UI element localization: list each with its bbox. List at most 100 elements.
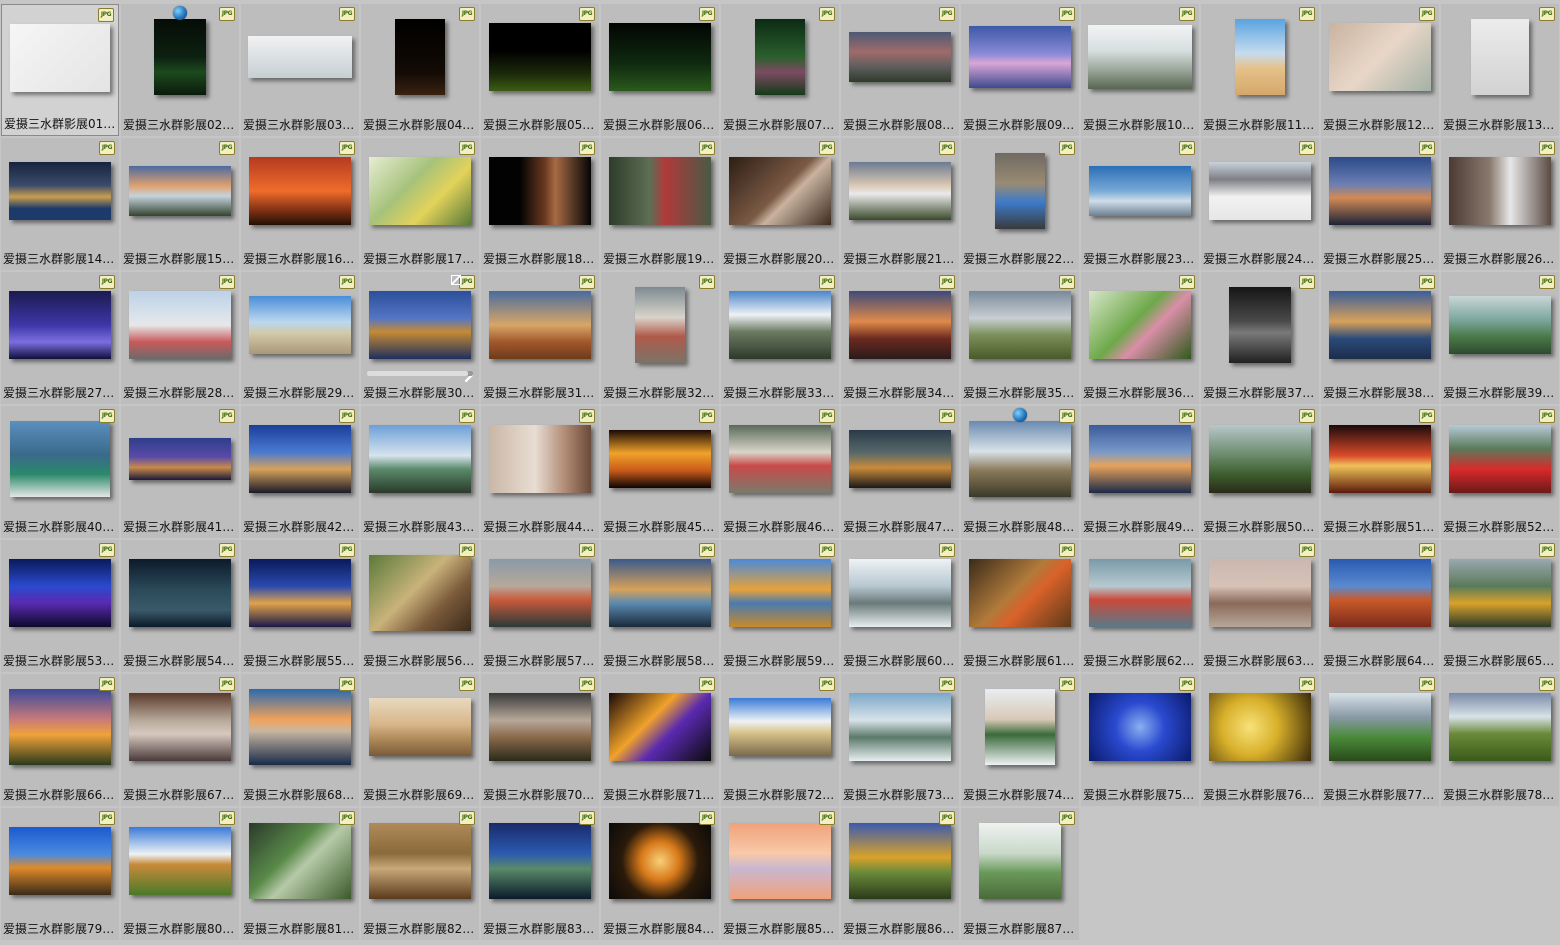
file-thumbnail-item[interactable]: JPG 爱摄三水群影展79.j...: [1, 808, 119, 940]
file-thumbnail-item[interactable]: JPG 爱摄三水群影展77.j...: [1321, 674, 1439, 806]
file-name-label: 爱摄三水群影展17.j...: [363, 252, 479, 266]
file-thumbnail-item[interactable]: JPG 爱摄三水群影展83.j...: [481, 808, 599, 940]
file-thumbnail-item[interactable]: JPG 爱摄三水群影展78.j...: [1441, 674, 1559, 806]
file-thumbnail-item[interactable]: JPG 爱摄三水群影展28.j...: [121, 272, 239, 404]
file-thumbnail-item[interactable]: JPG 爱摄三水群影展18.j...: [481, 138, 599, 270]
file-thumbnail-item[interactable]: JPG 爱摄三水群影展07.j...: [721, 4, 839, 136]
file-thumbnail-item[interactable]: JPG 爱摄三水群影展63.j...: [1201, 540, 1319, 672]
file-thumbnail-item[interactable]: JPG 爱摄三水群影展61.j...: [961, 540, 1079, 672]
jpg-file-type-icon: JPG: [99, 811, 115, 825]
photo-thumbnail: [849, 291, 951, 359]
file-thumbnail-item[interactable]: JPG 爱摄三水群影展21.j...: [841, 138, 959, 270]
file-thumbnail-item[interactable]: JPG 爱摄三水群影展41.j...: [121, 406, 239, 538]
file-thumbnail-item[interactable]: JPG 爱摄三水群影展86.j...: [841, 808, 959, 940]
file-thumbnail-item[interactable]: JPG 爱摄三水群影展05.J...: [481, 4, 599, 136]
file-thumbnail-item[interactable]: JPG 爱摄三水群影展26.j...: [1441, 138, 1559, 270]
file-thumbnail-item[interactable]: JPG 爱摄三水群影展64.J...: [1321, 540, 1439, 672]
file-thumbnail-item[interactable]: JPG 爱摄三水群影展58.j...: [601, 540, 719, 672]
file-thumbnail-item[interactable]: JPG 爱摄三水群影展33.j...: [721, 272, 839, 404]
file-thumbnail-item[interactable]: JPG 爱摄三水群影展04.J...: [361, 4, 479, 136]
file-thumbnail-item[interactable]: JPG 爱摄三水群影展09.j...: [961, 4, 1079, 136]
file-thumbnail-item[interactable]: JPG 爱摄三水群影展50.j...: [1201, 406, 1319, 538]
file-name-label: 爱摄三水群影展21.j...: [843, 252, 959, 266]
file-thumbnail-item[interactable]: JPG 爱摄三水群影展14.j...: [1, 138, 119, 270]
file-thumbnail-item[interactable]: JPG 爱摄三水群影展57.j...: [481, 540, 599, 672]
file-thumbnail-item[interactable]: JPG 爱摄三水群影展02.j...: [121, 4, 239, 136]
file-thumbnail-item[interactable]: JPG 爱摄三水群影展67.j...: [121, 674, 239, 806]
file-thumbnail-item[interactable]: JPG 爱摄三水群影展49.j...: [1081, 406, 1199, 538]
file-thumbnail-item[interactable]: JPG 爱摄三水群影展76.j...: [1201, 674, 1319, 806]
file-thumbnail-item[interactable]: JPG 爱摄三水群影展55.j...: [241, 540, 359, 672]
file-thumbnail-item[interactable]: JPG 爱摄三水群影展87.j...: [961, 808, 1079, 940]
jpg-file-type-icon: JPG: [1299, 275, 1315, 289]
file-thumbnail-item[interactable]: JPG 爱摄三水群影展23.j...: [1081, 138, 1199, 270]
photo-thumbnail: [1235, 19, 1285, 95]
file-thumbnail-item[interactable]: JPG 爱摄三水群影展24.j...: [1201, 138, 1319, 270]
file-thumbnail-item[interactable]: JPG 爱摄三水群影展20.J...: [721, 138, 839, 270]
file-thumbnail-item[interactable]: JPG 爱摄三水群影展34.j...: [841, 272, 959, 404]
file-thumbnail-item[interactable]: JPG 爱摄三水群影展66.j...: [1, 674, 119, 806]
file-thumbnail-item[interactable]: JPG 爱摄三水群影展15.j...: [121, 138, 239, 270]
file-thumbnail-item[interactable]: JPG 爱摄三水群影展11.j...: [1201, 4, 1319, 136]
file-thumbnail-item[interactable]: JPG 爱摄三水群影展38.j...: [1321, 272, 1439, 404]
file-thumbnail-item[interactable]: JPG 爱摄三水群影展16.j...: [241, 138, 359, 270]
file-thumbnail-item[interactable]: JPG 爱摄三水群影展74.j...: [961, 674, 1079, 806]
photo-thumbnail: [1209, 693, 1311, 761]
file-thumbnail-item[interactable]: JPG 爱摄三水群影展32.j...: [601, 272, 719, 404]
file-thumbnail-item[interactable]: JPG 爱摄三水群影展17.j...: [361, 138, 479, 270]
file-thumbnail-item[interactable]: JPG 爱摄三水群影展47.j...: [841, 406, 959, 538]
file-thumbnail-item[interactable]: JPG 爱摄三水群影展01.j...: [1, 4, 119, 136]
file-thumbnail-item[interactable]: JPG 爱摄三水群影展85.j...: [721, 808, 839, 940]
file-thumbnail-item[interactable]: JPG 爱摄三水群影展46.j...: [721, 406, 839, 538]
file-thumbnail-item[interactable]: JPG 爱摄三水群影展08.j...: [841, 4, 959, 136]
file-thumbnail-item[interactable]: JPG 爱摄三水群影展12.j...: [1321, 4, 1439, 136]
file-thumbnail-item[interactable]: JPG 爱摄三水群影展31.j...: [481, 272, 599, 404]
edit-icon[interactable]: [451, 275, 461, 285]
file-thumbnail-item[interactable]: JPG 爱摄三水群影展71.j...: [601, 674, 719, 806]
file-thumbnail-item[interactable]: JPG 爱摄三水群影展27.J...: [1, 272, 119, 404]
file-thumbnail-item[interactable]: JPG 爱摄三水群影展54.J...: [121, 540, 239, 672]
file-thumbnail-item[interactable]: JPG 爱摄三水群影展82.j...: [361, 808, 479, 940]
file-thumbnail-item[interactable]: JPG 爱摄三水群影展30.j...: [361, 272, 479, 404]
file-thumbnail-item[interactable]: JPG 爱摄三水群影展13.J...: [1441, 4, 1559, 136]
file-thumbnail-item[interactable]: JPG 爱摄三水群影展65.j...: [1441, 540, 1559, 672]
file-thumbnail-item[interactable]: JPG 爱摄三水群影展62.j...: [1081, 540, 1199, 672]
jpg-file-type-icon: JPG: [1059, 811, 1075, 825]
file-thumbnail-item[interactable]: JPG 爱摄三水群影展81.j...: [241, 808, 359, 940]
file-thumbnail-item[interactable]: JPG 爱摄三水群影展52.j...: [1441, 406, 1559, 538]
file-thumbnail-item[interactable]: JPG 爱摄三水群影展19.j...: [601, 138, 719, 270]
file-thumbnail-item[interactable]: JPG 爱摄三水群影展80.j...: [121, 808, 239, 940]
file-thumbnail-item[interactable]: JPG 爱摄三水群影展03.j...: [241, 4, 359, 136]
file-thumbnail-item[interactable]: JPG 爱摄三水群影展73.j...: [841, 674, 959, 806]
file-thumbnail-item[interactable]: JPG 爱摄三水群影展44.j...: [481, 406, 599, 538]
file-thumbnail-item[interactable]: JPG 爱摄三水群影展06.J...: [601, 4, 719, 136]
jpg-file-type-icon: JPG: [99, 141, 115, 155]
file-thumbnail-item[interactable]: JPG 爱摄三水群影展53.j...: [1, 540, 119, 672]
file-thumbnail-item[interactable]: JPG 爱摄三水群影展84.j...: [601, 808, 719, 940]
file-thumbnail-item[interactable]: JPG 爱摄三水群影展39.j...: [1441, 272, 1559, 404]
jpg-file-type-icon: JPG: [819, 7, 835, 21]
file-thumbnail-item[interactable]: JPG 爱摄三水群影展42.j...: [241, 406, 359, 538]
file-thumbnail-item[interactable]: JPG 爱摄三水群影展60.j...: [841, 540, 959, 672]
file-thumbnail-item[interactable]: JPG 爱摄三水群影展43.j...: [361, 406, 479, 538]
file-thumbnail-item[interactable]: JPG 爱摄三水群影展68.j...: [241, 674, 359, 806]
file-thumbnail-item[interactable]: JPG 爱摄三水群影展37.j...: [1201, 272, 1319, 404]
file-thumbnail-item[interactable]: JPG 爱摄三水群影展45.j...: [601, 406, 719, 538]
photo-thumbnail: [129, 166, 231, 216]
file-thumbnail-item[interactable]: JPG 爱摄三水群影展40.j...: [1, 406, 119, 538]
file-thumbnail-item[interactable]: JPG 爱摄三水群影展10.j...: [1081, 4, 1199, 136]
file-thumbnail-item[interactable]: JPG 爱摄三水群影展75.j...: [1081, 674, 1199, 806]
file-thumbnail-item[interactable]: JPG 爱摄三水群影展51.j...: [1321, 406, 1439, 538]
file-thumbnail-item[interactable]: JPG 爱摄三水群影展56.j...: [361, 540, 479, 672]
file-thumbnail-item[interactable]: JPG 爱摄三水群影展70.j...: [481, 674, 599, 806]
file-thumbnail-item[interactable]: JPG 爱摄三水群影展36.j...: [1081, 272, 1199, 404]
file-thumbnail-item[interactable]: JPG 爱摄三水群影展48.j...: [961, 406, 1079, 538]
file-thumbnail-item[interactable]: JPG 爱摄三水群影展22.j...: [961, 138, 1079, 270]
file-thumbnail-item[interactable]: JPG 爱摄三水群影展59.j...: [721, 540, 839, 672]
file-thumbnail-item[interactable]: JPG 爱摄三水群影展69.j...: [361, 674, 479, 806]
file-thumbnail-item[interactable]: JPG 爱摄三水群影展35.j...: [961, 272, 1079, 404]
file-thumbnail-item[interactable]: JPG 爱摄三水群影展72.j...: [721, 674, 839, 806]
file-thumbnail-item[interactable]: JPG 爱摄三水群影展25.j...: [1321, 138, 1439, 270]
file-thumbnail-item[interactable]: JPG 爱摄三水群影展29.j...: [241, 272, 359, 404]
file-name-label: 爱摄三水群影展57.j...: [483, 654, 599, 668]
